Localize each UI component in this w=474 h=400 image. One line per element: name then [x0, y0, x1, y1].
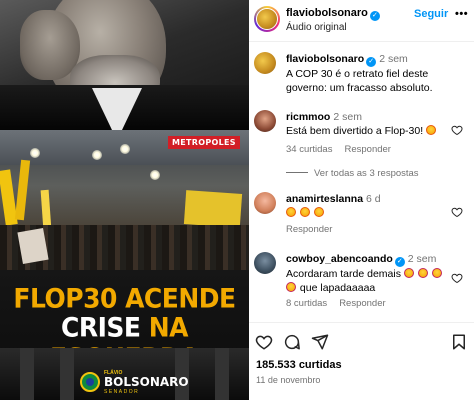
- comment-text-line-2: que lapadaaaaa: [299, 282, 376, 294]
- photo-crowd-protest: METROPOLES: [0, 130, 249, 270]
- caption-time[interactable]: 2 sem: [379, 53, 408, 65]
- heart-icon[interactable]: [451, 272, 463, 284]
- reply-button[interactable]: Responder: [286, 224, 332, 235]
- reply-button[interactable]: Responder: [344, 144, 390, 155]
- more-options-icon[interactable]: •••: [455, 8, 468, 20]
- author-username[interactable]: flaviobolsonaro ✓: [286, 7, 380, 21]
- comment-time[interactable]: 2 sem: [333, 111, 362, 123]
- comment-likes[interactable]: 8 curtidas: [286, 298, 327, 309]
- action-bar: 185.533 curtidas 11 de novembro: [249, 322, 474, 400]
- comment-meta: Responder: [286, 224, 344, 235]
- follow-button[interactable]: Seguir: [414, 8, 448, 20]
- audio-label[interactable]: Áudio original: [286, 22, 347, 33]
- verified-badge-icon: ✓: [394, 257, 405, 267]
- party-face-emoji-icon: [417, 268, 428, 278]
- comment-username[interactable]: ricmmoo: [286, 111, 330, 123]
- likes-count[interactable]: 185.533 curtidas: [256, 359, 342, 371]
- comment-time[interactable]: 6 d: [366, 193, 381, 205]
- comment-time[interactable]: 2 sem: [408, 253, 437, 265]
- photo-man-with-hand-on-face: [0, 0, 249, 130]
- grin-emoji-icon: [426, 125, 437, 135]
- avatar[interactable]: [254, 6, 280, 32]
- headline-card: FLOP30 ACENDE CRISE NA ESQUERDA FLÁVIO B…: [0, 270, 249, 400]
- comment-username[interactable]: anamirteslanna: [286, 193, 363, 205]
- party-face-emoji-icon: [286, 282, 296, 292]
- avatar[interactable]: [254, 110, 276, 132]
- heart-icon[interactable]: [255, 333, 273, 351]
- brand-logo: FLÁVIO BOLSONARO SENADOR: [80, 370, 189, 398]
- source-watermark: METROPOLES: [168, 136, 240, 149]
- heart-icon[interactable]: [451, 124, 463, 136]
- comment-username[interactable]: cowboy_abencoando: [286, 253, 393, 265]
- verified-badge-icon: ✓: [369, 11, 380, 21]
- comment-meta: 8 curtidas Responder: [286, 298, 398, 309]
- caption-text: A COP 30 é o retrato fiel deste governo:…: [286, 68, 433, 94]
- comment-text: Está bem divertido a Flop-30!: [286, 125, 424, 137]
- avatar[interactable]: [254, 192, 276, 214]
- protest-banner: [183, 190, 243, 228]
- party-face-emoji-icon: [403, 268, 414, 278]
- avatar[interactable]: [254, 252, 276, 274]
- comment-text-line-1: Acordaram tarde demais: [286, 268, 401, 280]
- comment-emojis: [286, 207, 325, 219]
- heart-icon[interactable]: [451, 206, 463, 218]
- bookmark-icon[interactable]: [450, 333, 468, 351]
- grin-emoji-icon: [313, 207, 324, 217]
- grin-emoji-icon: [299, 207, 310, 217]
- party-face-emoji-icon: [431, 268, 442, 278]
- comment-likes[interactable]: 34 curtidas: [286, 144, 332, 155]
- caption-username[interactable]: flaviobolsonaro: [286, 53, 364, 65]
- headline-line-1: FLOP30 ACENDE: [13, 283, 236, 314]
- view-replies-button[interactable]: Ver todas as 3 respostas: [286, 168, 419, 179]
- grin-emoji-icon: [286, 207, 296, 217]
- reply-button[interactable]: Responder: [339, 298, 385, 309]
- post-media[interactable]: METROPOLES FLOP30 ACENDE CRISE NA ESQUER…: [0, 0, 249, 400]
- share-icon[interactable]: [311, 333, 329, 351]
- comment-meta: 34 curtidas Responder: [286, 144, 403, 155]
- post-date[interactable]: 11 de novembro: [256, 375, 320, 385]
- comment-icon[interactable]: [283, 333, 301, 351]
- post-sidebar: flaviobolsonaro ✓ Áudio original Seguir •…: [249, 0, 474, 400]
- post-header: flaviobolsonaro ✓ Áudio original Seguir •…: [249, 0, 474, 42]
- avatar[interactable]: [254, 52, 276, 74]
- verified-badge-icon: ✓: [366, 57, 377, 67]
